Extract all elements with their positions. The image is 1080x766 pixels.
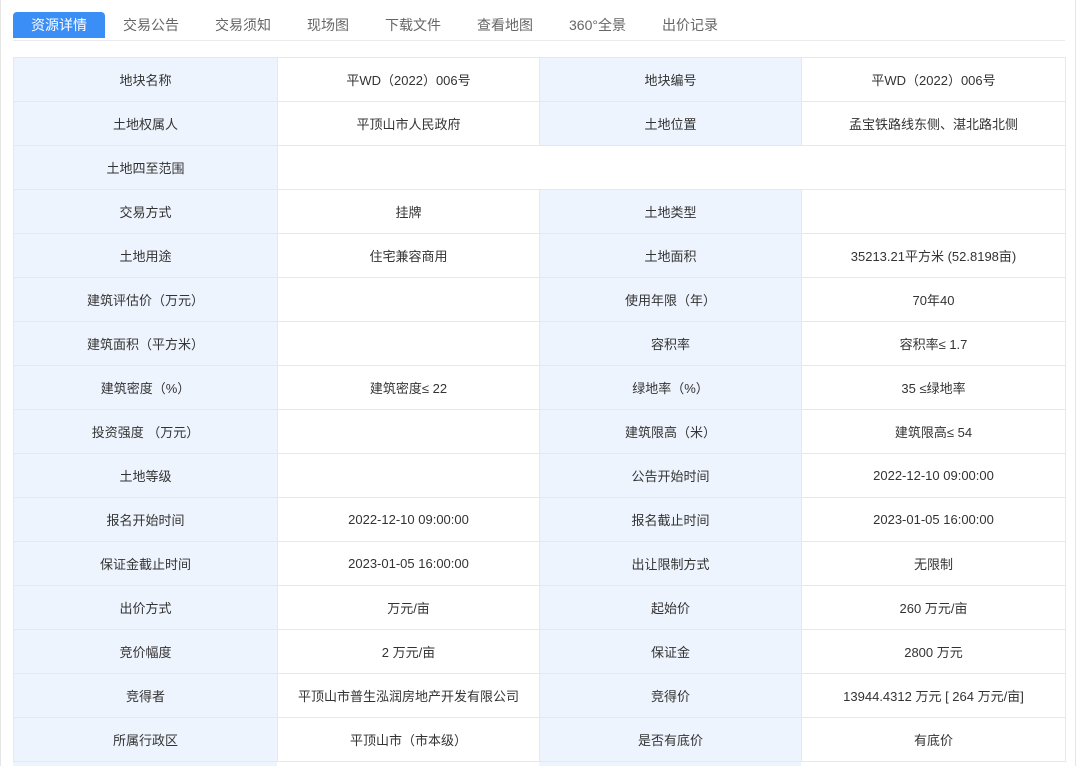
field-value: 2023-01-05 16:00:00: [801, 497, 1066, 542]
field-label: 土地面积: [539, 233, 802, 278]
field-label: 土地权属人: [13, 101, 278, 146]
field-label: 容积率: [539, 321, 802, 366]
field-value: [277, 145, 1066, 190]
field-label: 建筑评估价（万元）: [13, 277, 278, 322]
field-label: 竞价幅度: [13, 629, 278, 674]
field-label: 出价方式: [13, 585, 278, 630]
field-label: 使用年限（年）: [539, 277, 802, 322]
row-winner-winning-price: 竞得者 平顶山市普生泓润房地产开发有限公司 竞得价 13944.4312 万元 …: [13, 673, 1066, 718]
row-land-grade-announcement-start: 土地等级 公告开始时间 2022-12-10 09:00:00: [13, 453, 1066, 498]
field-label: 土地类型: [539, 189, 802, 234]
field-value: 住宅兼容商用: [277, 233, 540, 278]
field-value: [277, 277, 540, 322]
field-label: 保证金: [539, 629, 802, 674]
field-label: 土地等级: [13, 453, 278, 498]
field-label: 报名开始时间: [13, 497, 278, 542]
field-value: [277, 453, 540, 498]
field-value: 2022-12-10 09:00:00: [277, 497, 540, 542]
field-value: 孟宝铁路线东侧、湛北路北侧: [801, 101, 1066, 146]
tab-transaction-announcement[interactable]: 交易公告: [105, 12, 197, 38]
row-land-use-area: 土地用途 住宅兼容商用 土地面积 35213.21平方米 (52.8198亩): [13, 233, 1066, 278]
field-value: 260 万元/亩: [801, 585, 1066, 630]
row-increment-deposit: 竞价幅度 2 万元/亩 保证金 2800 万元: [13, 629, 1066, 674]
field-value: 有底价: [801, 717, 1066, 762]
field-value: 35 ≤绿地率: [801, 365, 1066, 410]
field-label: 地块名称: [13, 57, 278, 102]
field-value: [277, 321, 540, 366]
tab-download-files[interactable]: 下载文件: [367, 12, 459, 38]
field-label: 保证金截止时间: [13, 541, 278, 586]
row-valuation-term: 建筑评估价（万元） 使用年限（年） 70年40: [13, 277, 1066, 322]
row-density-green-ratio: 建筑密度（%） 建筑密度≤ 22 绿地率（%） 35 ≤绿地率: [13, 365, 1066, 410]
tab-resource-details[interactable]: 资源详情: [13, 12, 105, 38]
row-registration-period: 报名开始时间 2022-12-10 09:00:00 报名截止时间 2023-0…: [13, 497, 1066, 542]
row-bid-method-starting-price: 出价方式 万元/亩 起始价 260 万元/亩: [13, 585, 1066, 630]
field-label: 绿地率（%）: [539, 365, 802, 410]
row-boundaries: 土地四至范围: [13, 145, 1066, 190]
tab-360-panorama[interactable]: 360°全景: [551, 12, 644, 38]
field-value: 建筑密度≤ 22: [277, 365, 540, 410]
tab-bid-records[interactable]: 出价记录: [644, 12, 736, 38]
field-value: [801, 189, 1066, 234]
tab-view-map[interactable]: 查看地图: [459, 12, 551, 38]
field-value: 平WD（2022）006号: [801, 57, 1066, 102]
field-value: 平顶山市普生泓润房地产开发有限公司: [277, 673, 540, 718]
field-label: 竞得价: [539, 673, 802, 718]
field-label: 建筑限高（米）: [539, 409, 802, 454]
field-label: 公告开始时间: [539, 453, 802, 498]
field-value: [277, 409, 540, 454]
field-value: 平WD（2022）006号: [277, 57, 540, 102]
field-label: 建筑面积（平方米）: [13, 321, 278, 366]
field-value: 2 万元/亩: [277, 629, 540, 674]
table-row-partial: [13, 762, 1065, 766]
field-label: 出让限制方式: [539, 541, 802, 586]
field-value: 平顶山市（市本级）: [277, 717, 540, 762]
field-label: 地块编号: [539, 57, 802, 102]
field-label: 土地四至范围: [13, 145, 278, 190]
field-label: 报名截止时间: [539, 497, 802, 542]
field-value: 平顶山市人民政府: [277, 101, 540, 146]
row-owner-location: 土地权属人 平顶山市人民政府 土地位置 孟宝铁路线东侧、湛北路北侧: [13, 101, 1066, 146]
field-label: 投资强度 （万元）: [13, 409, 278, 454]
field-value: 2023-01-05 16:00:00: [277, 541, 540, 586]
detail-tabs: 资源详情 交易公告 交易须知 现场图 下载文件 查看地图 360°全景 出价记录: [13, 12, 1065, 41]
field-label: 土地用途: [13, 233, 278, 278]
field-value: 70年40: [801, 277, 1066, 322]
row-deposit-deadline-restriction: 保证金截止时间 2023-01-05 16:00:00 出让限制方式 无限制: [13, 541, 1066, 586]
row-transaction-method-land-type: 交易方式 挂牌 土地类型: [13, 189, 1066, 234]
row-investment-height-limit: 投资强度 （万元） 建筑限高（米） 建筑限高≤ 54: [13, 409, 1066, 454]
field-value: 2022-12-10 09:00:00: [801, 453, 1066, 498]
field-label: 起始价: [539, 585, 802, 630]
tab-site-photos[interactable]: 现场图: [289, 12, 367, 38]
field-label: 建筑密度（%）: [13, 365, 278, 410]
field-label: 交易方式: [13, 189, 278, 234]
field-value: 无限制: [801, 541, 1066, 586]
field-value: 2800 万元: [801, 629, 1066, 674]
field-label: 是否有底价: [539, 717, 802, 762]
row-district-reserve-price: 所属行政区 平顶山市（市本级） 是否有底价 有底价: [13, 717, 1066, 762]
field-value: 万元/亩: [277, 585, 540, 630]
field-label: 所属行政区: [13, 717, 278, 762]
row-parcel-name-number: 地块名称 平WD（2022）006号 地块编号 平WD（2022）006号: [13, 57, 1066, 102]
field-value: 容积率≤ 1.7: [801, 321, 1066, 366]
field-label: 竞得者: [13, 673, 278, 718]
resource-detail-panel: 资源详情 交易公告 交易须知 现场图 下载文件 查看地图 360°全景 出价记录…: [0, 0, 1076, 766]
field-value: 35213.21平方米 (52.8198亩): [801, 233, 1066, 278]
field-label: 土地位置: [539, 101, 802, 146]
field-value: 13944.4312 万元 [ 264 万元/亩]: [801, 673, 1066, 718]
row-floor-area-plot-ratio: 建筑面积（平方米） 容积率 容积率≤ 1.7: [13, 321, 1066, 366]
tab-transaction-notice[interactable]: 交易须知: [197, 12, 289, 38]
field-value: 建筑限高≤ 54: [801, 409, 1066, 454]
resource-detail-table: 地块名称 平WD（2022）006号 地块编号 平WD（2022）006号 土地…: [13, 57, 1066, 762]
field-value: 挂牌: [277, 189, 540, 234]
